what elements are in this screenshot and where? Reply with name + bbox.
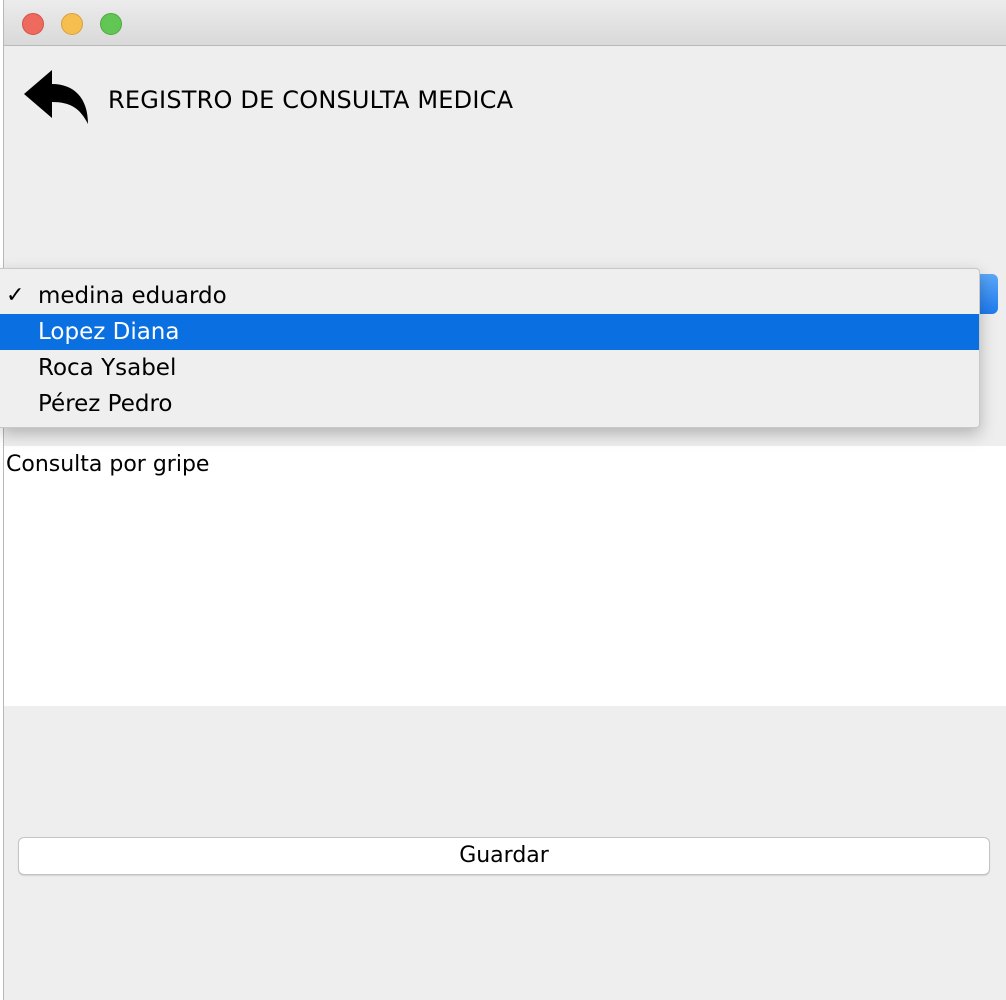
zoom-window-button[interactable] <box>100 13 122 35</box>
page-title: REGISTRO DE CONSULTA MEDICA <box>108 86 514 114</box>
patient-combo-arrow[interactable] <box>978 274 998 314</box>
consultation-notes-textarea[interactable]: Consulta por gripe <box>4 446 1006 706</box>
option-label: Lopez Diana <box>38 319 180 345</box>
option-label: Roca Ysabel <box>38 355 177 381</box>
dropdown-option-medina-eduardo[interactable]: ✓ medina eduardo <box>0 278 979 314</box>
option-label: Pérez Pedro <box>38 391 173 417</box>
dropdown-option-roca-ysabel[interactable]: Roca Ysabel <box>0 350 979 386</box>
minimize-window-button[interactable] <box>61 13 83 35</box>
patient-dropdown-menu: ✓ medina eduardo Lopez Diana Roca Ysabel… <box>0 268 980 428</box>
checkmark-icon: ✓ <box>6 283 25 308</box>
dropdown-option-lopez-diana[interactable]: Lopez Diana <box>0 314 979 350</box>
title-bar <box>4 0 1006 46</box>
close-window-button[interactable] <box>22 13 44 35</box>
app-window: REGISTRO DE CONSULTA MEDICA Consulta por… <box>4 0 1006 1000</box>
dropdown-option-perez-pedro[interactable]: Pérez Pedro <box>0 386 979 422</box>
back-button[interactable] <box>22 68 90 126</box>
option-label: medina eduardo <box>38 283 227 309</box>
save-button[interactable]: Guardar <box>18 837 990 875</box>
reply-arrow-icon <box>24 70 88 124</box>
